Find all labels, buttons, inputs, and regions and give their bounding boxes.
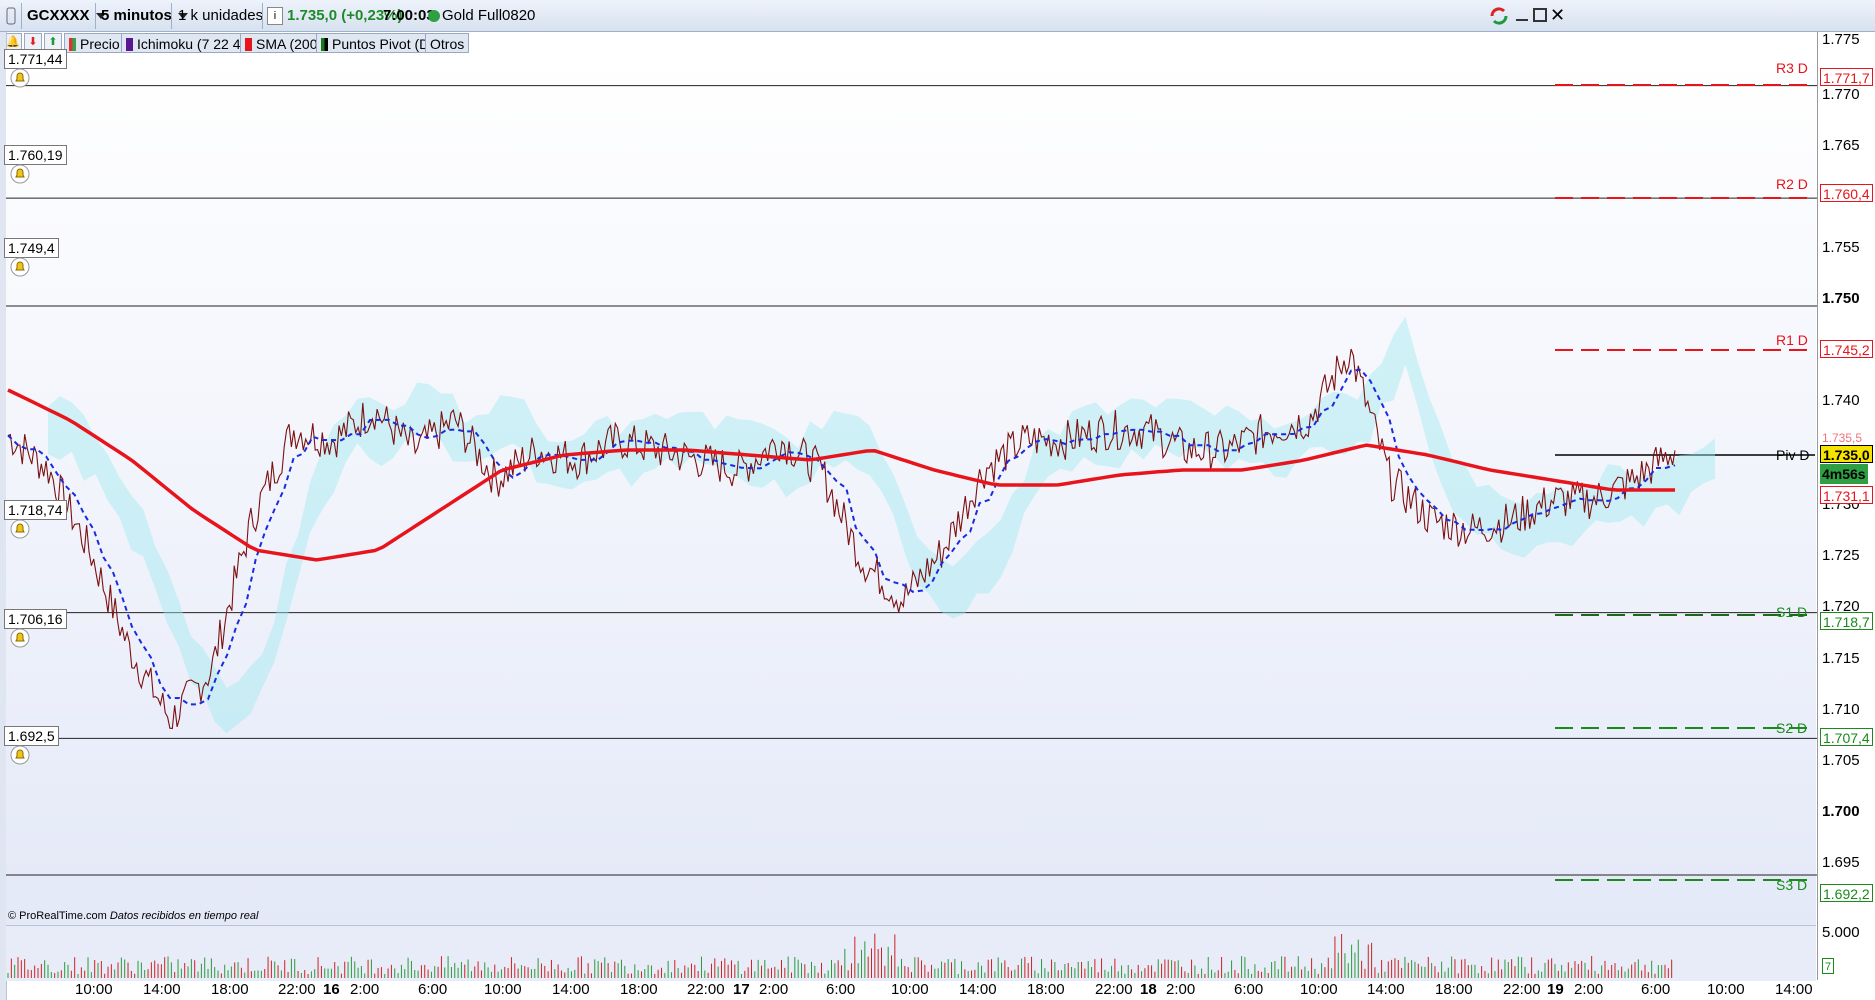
time-label: 22:00: [278, 981, 316, 998]
time-label: 14:00: [552, 981, 590, 998]
pivot-badge-s1: 1.718,7: [1820, 612, 1873, 630]
volume-tick: 5.000: [1822, 924, 1860, 941]
time-label: 10:00: [1707, 981, 1745, 998]
pivot-badge-s2: 1.707,4: [1820, 728, 1873, 746]
price-tick: 1.770: [1822, 86, 1860, 103]
time-label: 22:00: [687, 981, 725, 998]
time-label: 14:00: [1367, 981, 1405, 998]
pivot-label-s3: S3 D: [1776, 877, 1808, 893]
pivot-badge-r1: 1.745,2: [1820, 340, 1873, 358]
price-tick: 1.765: [1822, 137, 1860, 154]
price-tick: 1.710: [1822, 701, 1860, 718]
footer-note: Datos recibidos en tiempo real: [109, 910, 259, 922]
footer-credit: © ProRealTime.com Datos recibidos en tie…: [8, 910, 259, 922]
time-label: 18:00: [620, 981, 658, 998]
day-label: 19: [1547, 981, 1564, 998]
bell-icon[interactable]: [10, 628, 30, 648]
time-label: 6:00: [1641, 981, 1671, 998]
time-label: 14:00: [1775, 981, 1813, 998]
alert-line-label[interactable]: 1.771,44: [4, 49, 67, 69]
time-label: 14:00: [959, 981, 997, 998]
price-tick: 1.750: [1822, 290, 1860, 307]
alert-line-label[interactable]: 1.718,74: [4, 500, 67, 520]
bell-icon[interactable]: [10, 68, 30, 88]
time-label: 2:00: [1166, 981, 1196, 998]
pivot-label-piv: Piv D: [1776, 447, 1810, 463]
day-label: 16: [323, 981, 340, 998]
price-chart-svg: [6, 84, 1817, 978]
price-tick: 1.755: [1822, 239, 1860, 256]
bell-icon[interactable]: [10, 745, 30, 765]
price-tick: 1.715: [1822, 650, 1860, 667]
bell-icon[interactable]: [10, 164, 30, 184]
price-tick: 1.700: [1822, 803, 1860, 820]
time-label: 6:00: [418, 981, 448, 998]
price-tick: 1.695: [1822, 854, 1860, 871]
alert-line-label[interactable]: 1.760,19: [4, 145, 67, 165]
pivot-label-s1: S1 D: [1776, 604, 1808, 620]
time-label: 14:00: [143, 981, 181, 998]
day-label: 17: [733, 981, 750, 998]
time-label: 22:00: [1503, 981, 1541, 998]
day-label: 18: [1140, 981, 1157, 998]
bell-icon[interactable]: [10, 257, 30, 277]
price-tick: 1.705: [1822, 752, 1860, 769]
alert-line-label[interactable]: 1.706,16: [4, 609, 67, 629]
pivot-badge-s3: 1.692,2: [1820, 884, 1873, 902]
time-label: 2:00: [1574, 981, 1604, 998]
pivot-badge-r2: 1.760,4: [1820, 184, 1873, 202]
price-tick: 1.725: [1822, 547, 1860, 564]
sma-value-badge: 1.731,1: [1820, 486, 1873, 504]
time-label: 6:00: [1234, 981, 1264, 998]
current-price-badge: 1.735,0: [1820, 445, 1873, 463]
candle-countdown: 4m56s: [1820, 464, 1868, 484]
time-label: 10:00: [484, 981, 522, 998]
price-tick: 1.775: [1822, 31, 1860, 48]
time-label: 6:00: [826, 981, 856, 998]
volume-value-badge: 7: [1822, 958, 1835, 974]
pivot-label-r1: R1 D: [1776, 332, 1808, 348]
alert-line-label[interactable]: 1.749,4: [4, 238, 59, 258]
time-label: 10:00: [75, 981, 113, 998]
alert-line-label[interactable]: 1.692,5: [4, 726, 59, 746]
time-label: 18:00: [1027, 981, 1065, 998]
pivot-label-s2: S2 D: [1776, 720, 1808, 736]
time-label: 2:00: [350, 981, 380, 998]
pivot-label-r3: R3 D: [1776, 60, 1808, 76]
time-label: 10:00: [891, 981, 929, 998]
pivot-badge-r3: 1.771,7: [1820, 68, 1873, 86]
time-label: 22:00: [1095, 981, 1133, 998]
ichimoku-cloud: [48, 316, 1715, 734]
time-label: 18:00: [211, 981, 249, 998]
hidden-price-badge: 1.735,5: [1822, 432, 1863, 444]
time-label: 18:00: [1435, 981, 1473, 998]
time-label: 10:00: [1300, 981, 1338, 998]
bell-icon[interactable]: [10, 519, 30, 539]
price-tick: 1.740: [1822, 392, 1860, 409]
time-label: 2:00: [759, 981, 789, 998]
pivot-label-r2: R2 D: [1776, 176, 1808, 192]
